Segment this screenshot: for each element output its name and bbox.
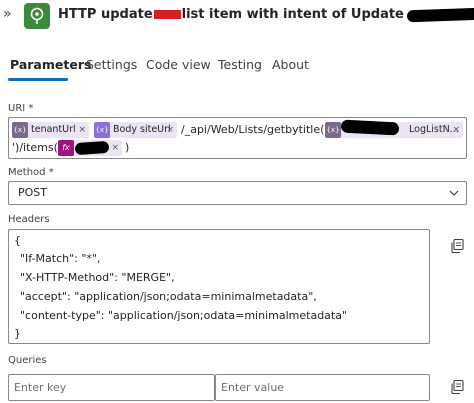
code-line: } <box>14 327 21 340</box>
method-value: POST <box>18 186 47 199</box>
redaction-scribble <box>74 140 110 156</box>
active-tab-indicator <box>8 78 68 81</box>
tab-code-view[interactable]: Code view <box>146 57 211 73</box>
remove-token-icon[interactable]: × <box>166 122 174 138</box>
expression-icon: fx <box>58 140 74 156</box>
query-key-input[interactable] <box>8 374 215 401</box>
token-tenant-url[interactable]: {x} tenantUrl × <box>12 122 89 138</box>
code-line: "If-Match": "*", <box>20 252 101 265</box>
chevron-down-icon <box>449 190 459 196</box>
method-select[interactable]: POST <box>8 181 467 205</box>
code-line: "content-type": "application/json;odata=… <box>20 309 348 322</box>
code-line: { <box>14 234 21 247</box>
uri-path-text: /_api/Web/Lists/getbytitle(' <box>181 123 328 136</box>
action-card: » HTTP update list item with intent of Up… <box>0 0 474 403</box>
redaction-mark <box>153 10 181 19</box>
token-label: tenantUrl <box>31 124 76 135</box>
queries-label: Queries <box>8 355 47 366</box>
headers-editor[interactable]: { "If-Match": "*", "X-HTTP-Method": "MER… <box>8 229 430 344</box>
token-label: Body siteUrl <box>113 124 171 135</box>
tab-testing[interactable]: Testing <box>218 57 262 73</box>
tab-bar: Parameters Settings Code view Testing Ab… <box>0 52 474 82</box>
remove-token-icon[interactable]: × <box>452 122 460 138</box>
variable-icon: {x} <box>325 122 341 138</box>
copy-icon[interactable] <box>449 379 465 395</box>
title-text-start: HTTP update <box>58 7 153 22</box>
remove-token-icon[interactable]: × <box>78 122 86 138</box>
action-header: » HTTP update list item with intent of Up… <box>0 0 474 32</box>
query-value-input[interactable] <box>215 374 430 401</box>
uri-label: URI * <box>8 103 34 114</box>
action-type-icon <box>24 3 50 29</box>
headers-label: Headers <box>8 214 50 225</box>
redaction-scribble <box>406 7 474 23</box>
parameter-icon: {x} <box>94 122 110 138</box>
title-text-end: list item with intent of Update <box>181 7 404 22</box>
method-label: Method * <box>8 167 54 178</box>
token-label: LogListN... <box>409 124 459 135</box>
variable-icon: {x} <box>12 122 28 138</box>
copy-icon[interactable] <box>449 238 465 254</box>
tab-parameters[interactable]: Parameters <box>10 57 91 73</box>
uri-close-text: ) <box>125 141 130 154</box>
code-line: "X-HTTP-Method": "MERGE", <box>20 271 175 284</box>
uri-items-text: ')/items( <box>12 141 58 154</box>
collapse-panel-icon[interactable]: » <box>3 6 17 22</box>
uri-input[interactable]: {x} tenantUrl × {x} Body siteUrl × /_api… <box>8 117 467 159</box>
remove-token-icon[interactable]: × <box>111 140 119 156</box>
code-line: "accept": "application/json;odata=minima… <box>20 290 317 303</box>
tab-settings[interactable]: Settings <box>86 57 137 73</box>
tab-about[interactable]: About <box>272 57 309 73</box>
token-body-site-url[interactable]: {x} Body siteUrl × <box>94 122 177 138</box>
action-title[interactable]: HTTP update list item with intent of Upda… <box>58 7 474 23</box>
